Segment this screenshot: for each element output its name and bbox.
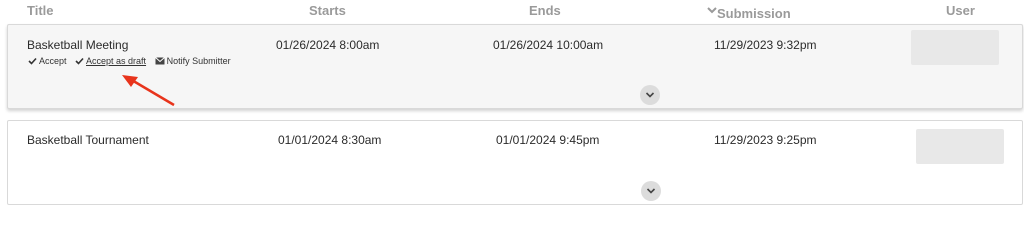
chevron-down-icon xyxy=(646,188,656,194)
accept-as-draft-button[interactable]: Accept as draft xyxy=(75,56,146,66)
header-submission-date[interactable]: Submission Date xyxy=(707,3,791,36)
expand-row-button[interactable] xyxy=(641,181,661,201)
row-title: Basketball Meeting xyxy=(27,38,129,52)
check-icon xyxy=(75,57,84,65)
header-title[interactable]: Title xyxy=(27,3,54,18)
header-user[interactable]: User xyxy=(946,3,975,18)
accept-button[interactable]: Accept xyxy=(28,56,67,66)
user-avatar xyxy=(916,129,1004,164)
user-avatar xyxy=(911,30,999,65)
row-actions: Accept Accept as draft Notify Submitter xyxy=(28,56,237,66)
chevron-down-icon xyxy=(645,92,655,98)
row-submission-date: 11/29/2023 9:25pm xyxy=(714,133,817,147)
annotation-arrow xyxy=(122,75,175,107)
check-icon xyxy=(28,57,37,65)
envelope-icon xyxy=(154,57,165,65)
accept-as-draft-label: Accept as draft xyxy=(86,56,147,66)
row-ends: 01/26/2024 10:00am xyxy=(493,38,604,52)
chevron-down-icon xyxy=(707,7,717,14)
accept-label: Accept xyxy=(39,56,67,66)
table-row[interactable]: Basketball Tournament 01/01/2024 8:30am … xyxy=(7,120,1023,205)
table-header: Title Starts Ends Submission Date User xyxy=(0,0,1024,36)
notify-submitter-button[interactable]: Notify Submitter xyxy=(154,56,231,66)
row-title: Basketball Tournament xyxy=(27,133,149,147)
expand-row-button[interactable] xyxy=(640,85,660,105)
header-ends[interactable]: Ends xyxy=(529,3,561,18)
row-starts: 01/01/2024 8:30am xyxy=(278,133,382,147)
notify-submitter-label: Notify Submitter xyxy=(166,56,231,66)
row-submission-date: 11/29/2023 9:32pm xyxy=(714,38,817,52)
row-starts: 01/26/2024 8:00am xyxy=(276,38,380,52)
row-ends: 01/01/2024 9:45pm xyxy=(496,133,600,147)
header-starts[interactable]: Starts xyxy=(309,3,346,18)
